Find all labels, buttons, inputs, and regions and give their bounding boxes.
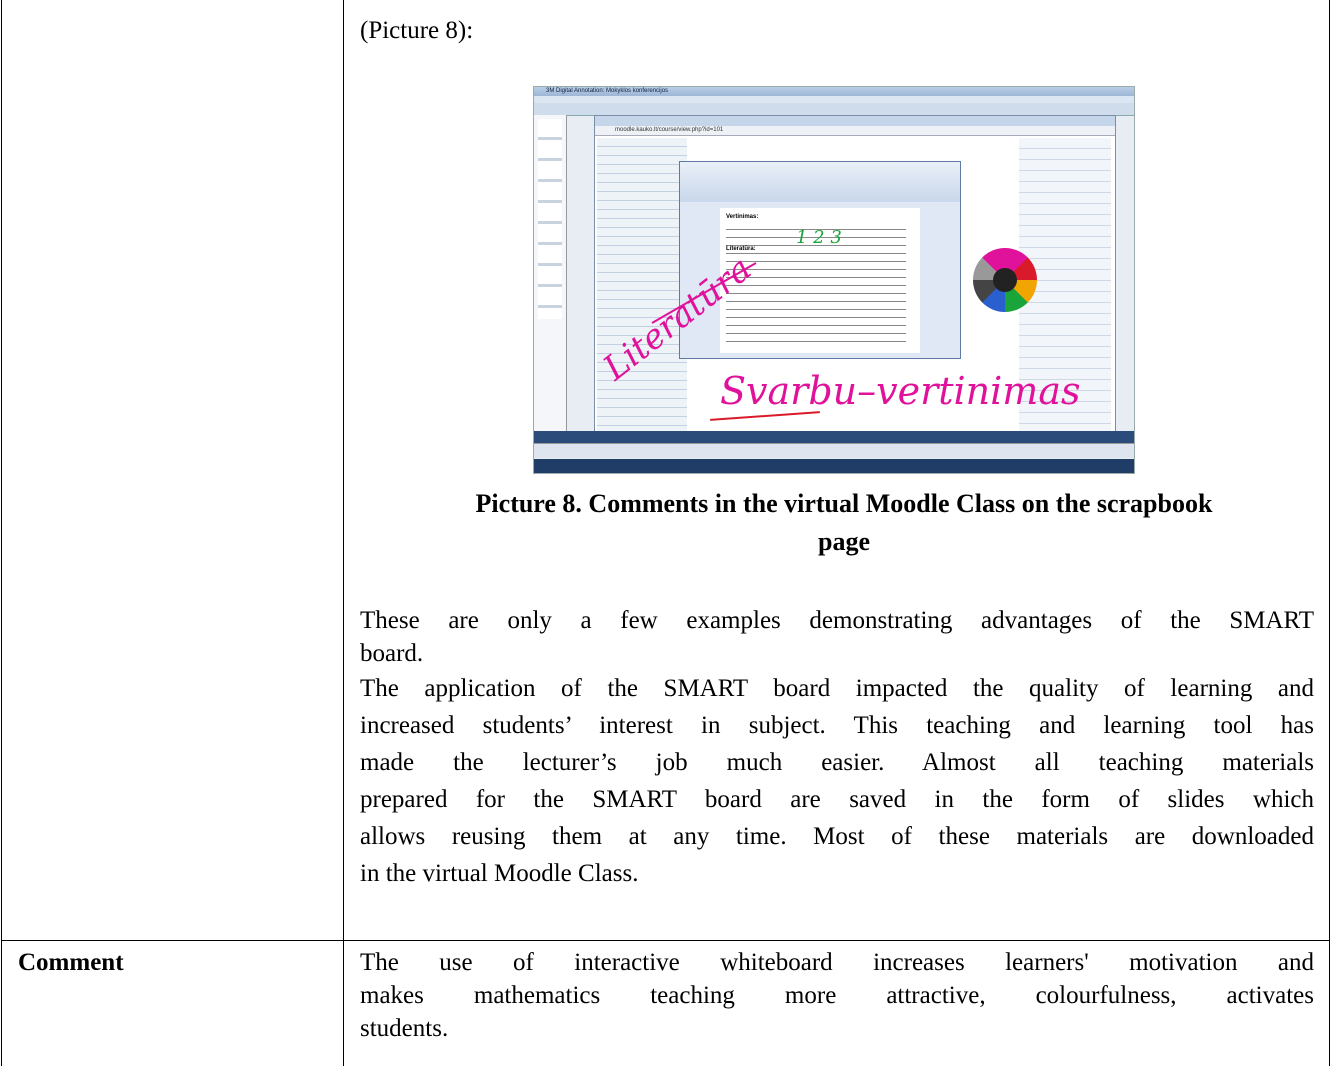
browser-tabs (595, 116, 1115, 126)
app-title: 3M Digital Annotation: Mokyklos konferen… (546, 88, 669, 94)
inner-taskbar (534, 431, 1134, 443)
paragraph-2-line-4: prepared for the SMART board are saved i… (360, 786, 1314, 813)
comment-line-2: makes mathematics teaching more attracti… (360, 982, 1314, 1009)
tool-thumbnails (538, 119, 562, 319)
table-column-divider (343, 0, 344, 1066)
windows-taskbar (534, 459, 1134, 473)
paragraph-2-line-3: made the lecturer’s job much easier. Alm… (360, 749, 1314, 776)
ink-numbers: 1 2 3 (796, 227, 842, 248)
paragraph-2-line-6: in the virtual Moodle Class. (360, 860, 639, 887)
caption-line-2: page (818, 527, 870, 556)
paragraph-2-line-5: allows reusing them at any time. Most of… (360, 823, 1314, 850)
moodle-left-column (597, 138, 687, 438)
status-bar (534, 443, 1134, 458)
figure-caption: Picture 8. Comments in the virtual Moodl… (360, 485, 1328, 561)
word-ribbon (680, 162, 960, 202)
comment-line-3: students. (360, 1015, 449, 1042)
table-left-border (1, 0, 2, 1066)
doc-heading: Vertinimas: (726, 214, 759, 220)
paragraph-1-line-1: These are only a few examples demonstrat… (360, 607, 1314, 634)
app-menu-bar (534, 96, 1134, 103)
paragraph-2-line-1: The application of the SMART board impac… (360, 675, 1314, 702)
browser-address-bar: moodle.kauko.lt/course/view.php?id=101 (595, 126, 1115, 136)
app-title-bar: 3M Digital Annotation: Mokyklos konferen… (534, 87, 1134, 96)
pen-color-wheel (973, 248, 1037, 312)
table-right-border (1329, 0, 1330, 1066)
picture-reference: (Picture 8): (360, 17, 474, 44)
comment-label: Comment (18, 949, 124, 976)
ink-svarbu-vertinimas: Svarbu–vertinimas (720, 369, 1081, 413)
paragraph-2-line-2: increased students’ interest in subject.… (360, 712, 1314, 739)
table-row-divider (1, 940, 1330, 941)
screenshot-picture-8: 3M Digital Annotation: Mokyklos konferen… (533, 86, 1135, 474)
paragraph-1-line-2: board. (360, 640, 424, 667)
color-wheel-center (993, 268, 1017, 292)
browser-url: moodle.kauko.lt/course/view.php?id=101 (615, 127, 724, 133)
comment-line-1: The use of interactive whiteboard increa… (360, 949, 1314, 976)
caption-line-1: Picture 8. Comments in the virtual Moodl… (475, 489, 1213, 518)
